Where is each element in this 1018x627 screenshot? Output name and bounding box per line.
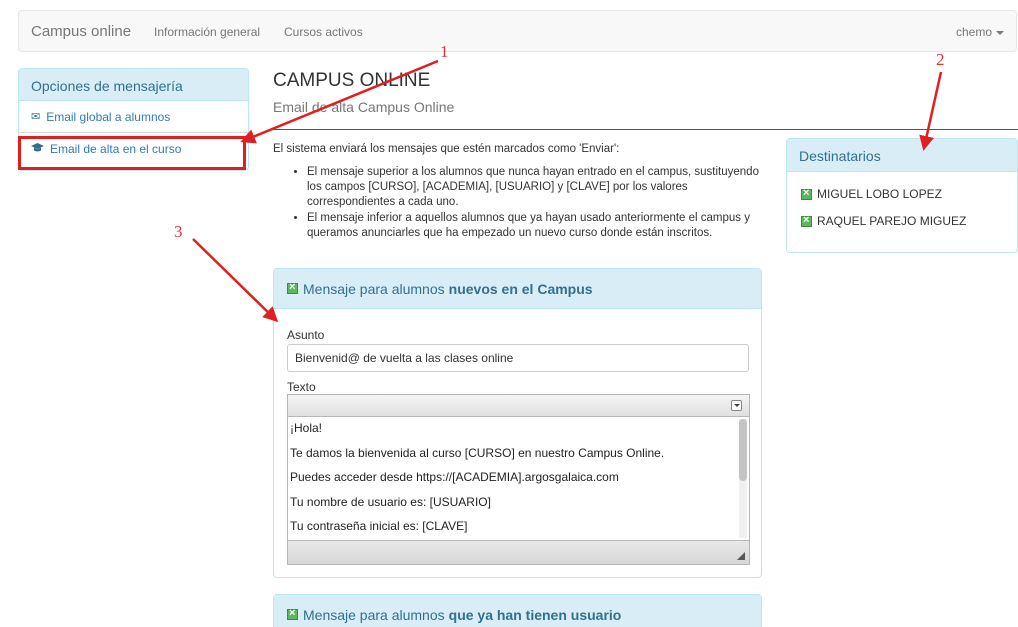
message-editor[interactable]: ¡Hola! Te damos la bienvenida al curso […	[287, 394, 750, 565]
panel-title-bold: nuevos en el Campus	[448, 280, 593, 297]
editor-body[interactable]: ¡Hola! Te damos la bienvenida al curso […	[288, 417, 749, 540]
caret-down-icon	[996, 30, 1004, 35]
resize-grip-icon[interactable]	[737, 552, 745, 560]
subject-label: Asunto	[287, 328, 325, 342]
existing-users-message-panel: Mensaje para alumnos que ya han tienen u…	[273, 594, 762, 627]
page-subtitle: Email de alta Campus Online	[273, 99, 455, 115]
sidebar-title: Opciones de mensajería	[19, 69, 248, 101]
top-navbar: Campus online Información general Cursos…	[18, 10, 1017, 52]
subject-input[interactable]: Bienvenid@ de vuelta a las clases online	[287, 344, 749, 372]
user-name: chemo	[955, 25, 992, 39]
envelope-icon: ✉	[31, 111, 41, 123]
sidebar-item-email-global[interactable]: ✉ Email global a alumnos	[19, 101, 248, 133]
intro-bullets: El mensaje superior a los alumnos que nu…	[273, 165, 763, 241]
send-toggle-icon[interactable]	[287, 281, 298, 294]
intro-sentence: El sistema enviará los mensajes que esté…	[273, 143, 620, 155]
bullet-item: El mensaje inferior a aquellos alumnos q…	[307, 211, 763, 241]
send-toggle-icon[interactable]	[287, 607, 298, 620]
panel-title-prefix: Mensaje para alumnos	[303, 280, 445, 297]
sidebar-item-label: Email global a alumnos	[46, 109, 171, 124]
editor-toolbar	[288, 395, 749, 417]
user-menu[interactable]: chemo	[956, 25, 1004, 39]
editor-line: ¡Hola!	[290, 421, 323, 435]
panel-title-prefix: Mensaje para alumnos	[303, 606, 445, 623]
nav-cursos-activos[interactable]: Cursos activos	[284, 25, 363, 39]
editor-line: Tu contraseña inicial es: [CLAVE]	[290, 519, 468, 533]
panel-heading: Mensaje para alumnos nuevos en el Campus	[274, 269, 761, 309]
nav-informacion-general[interactable]: Información general	[154, 25, 260, 39]
editor-line: Tu nombre de usuario es: [USUARIO]	[290, 494, 491, 509]
check-icon[interactable]	[801, 214, 812, 227]
editor-scrollbar[interactable]	[739, 419, 747, 538]
recipient-item: MIGUEL LOBO LOPEZ	[787, 187, 1017, 201]
scroll-thumb[interactable]	[739, 419, 747, 481]
editor-statusbar	[288, 540, 749, 564]
editor-line: Puedes acceder desde https://[ACADEMIA].…	[290, 470, 619, 484]
recipients-panel: Destinatarios MIGUEL LOBO LOPEZ RAQUEL P…	[786, 138, 1018, 253]
recipient-name: RAQUEL PAREJO MIGUEZ	[817, 214, 967, 228]
recipient-item: RAQUEL PAREJO MIGUEZ	[787, 214, 1017, 228]
intro-text: El sistema enviará los mensajes que esté…	[273, 142, 763, 242]
annotation-number: 3	[174, 222, 183, 241]
annotation-number: 2	[936, 50, 945, 69]
recipients-title: Destinatarios	[787, 139, 1017, 172]
page-title: CAMPUS ONLINE	[273, 70, 431, 91]
editor-line: Te damos la bienvenida al curso [CURSO] …	[290, 445, 665, 460]
panel-heading: Mensaje para alumnos que ya han tienen u…	[274, 595, 761, 627]
new-students-message-panel: Mensaje para alumnos nuevos en el Campus…	[273, 268, 762, 578]
divider	[273, 129, 1018, 130]
dropdown-icon[interactable]	[731, 400, 742, 411]
annotation-number: 1	[440, 42, 449, 61]
annotation-arrow	[919, 71, 943, 151]
recipient-name: MIGUEL LOBO LOPEZ	[817, 187, 942, 201]
highlight-box	[18, 136, 246, 170]
check-icon[interactable]	[801, 187, 812, 200]
bullet-item: El mensaje superior a los alumnos que nu…	[307, 165, 763, 210]
brand-link[interactable]: Campus online	[31, 23, 131, 40]
annotation-arrow	[192, 238, 279, 323]
text-label: Texto	[287, 380, 316, 394]
panel-title-bold: que ya han tienen usuario	[448, 606, 622, 623]
